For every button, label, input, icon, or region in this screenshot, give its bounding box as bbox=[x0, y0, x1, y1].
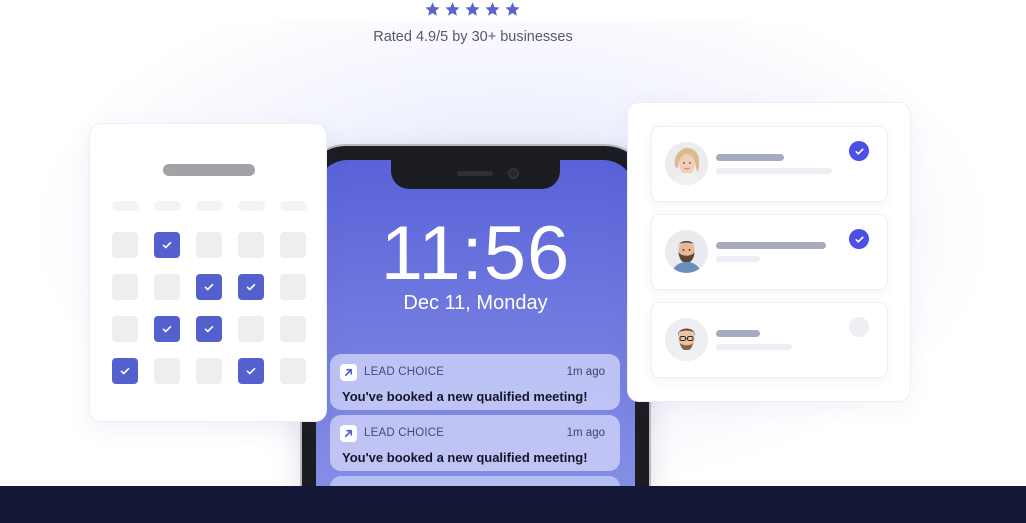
contact-row[interactable] bbox=[651, 126, 888, 202]
check-icon bbox=[162, 241, 172, 249]
calendar-day-checked[interactable] bbox=[112, 358, 138, 384]
calendar-card bbox=[89, 123, 327, 422]
rating-stars bbox=[424, 1, 521, 18]
notification-card[interactable]: LEAD CHOICE 1m ago You've booked a new q… bbox=[330, 354, 620, 410]
calendar-day[interactable] bbox=[196, 358, 222, 384]
star-icon bbox=[425, 2, 440, 16]
calendar-day[interactable] bbox=[238, 232, 264, 258]
weekday-placeholder bbox=[112, 201, 139, 211]
calendar-day[interactable] bbox=[280, 232, 306, 258]
notification-time: 1m ago bbox=[566, 427, 605, 439]
calendar-weekday-row bbox=[112, 201, 307, 211]
speaker-grille bbox=[457, 171, 493, 176]
star-icon bbox=[505, 2, 520, 16]
calendar-day-checked[interactable] bbox=[196, 274, 222, 300]
calendar-day[interactable] bbox=[112, 316, 138, 342]
check-icon bbox=[246, 283, 256, 291]
calendar-day[interactable] bbox=[196, 232, 222, 258]
calendar-day-checked[interactable] bbox=[238, 274, 264, 300]
star-icon bbox=[465, 2, 480, 16]
contact-row[interactable] bbox=[651, 214, 888, 290]
calendar-day-checked[interactable] bbox=[196, 316, 222, 342]
star-icon bbox=[485, 2, 500, 16]
lock-screen-time: 11:56 bbox=[380, 211, 571, 296]
phone-mockup: 11:56 Dec 11, Monday LEAD CHOICE 1m ago … bbox=[302, 146, 649, 506]
calendar-day[interactable] bbox=[154, 358, 180, 384]
check-icon bbox=[849, 229, 869, 249]
contact-name-placeholder bbox=[716, 330, 760, 337]
weekday-placeholder bbox=[196, 201, 223, 211]
calendar-day[interactable] bbox=[238, 316, 264, 342]
lock-screen: 11:56 Dec 11, Monday LEAD CHOICE 1m ago … bbox=[316, 160, 635, 506]
notification-card[interactable]: LEAD CHOICE 1m ago You've booked a new q… bbox=[330, 415, 620, 471]
calendar-day[interactable] bbox=[112, 232, 138, 258]
phone-notch bbox=[391, 160, 560, 189]
star-icon bbox=[445, 2, 460, 16]
contact-row[interactable] bbox=[651, 302, 888, 378]
weekday-placeholder bbox=[154, 201, 181, 211]
contact-name-placeholder bbox=[716, 242, 826, 249]
calendar-day-checked[interactable] bbox=[154, 232, 180, 258]
calendar-day[interactable] bbox=[280, 316, 306, 342]
arrow-up-right-icon bbox=[340, 425, 357, 442]
calendar-day[interactable] bbox=[112, 274, 138, 300]
check-icon bbox=[204, 325, 214, 333]
notification-message: You've booked a new qualified meeting! bbox=[342, 389, 588, 404]
calendar-day[interactable] bbox=[280, 274, 306, 300]
rating-text: Rated 4.9/5 by 30+ businesses bbox=[373, 29, 573, 45]
calendar-day[interactable] bbox=[154, 274, 180, 300]
calendar-day[interactable] bbox=[280, 358, 306, 384]
notification-message: You've booked a new qualified meeting! bbox=[342, 450, 588, 465]
footer-band bbox=[0, 486, 1026, 523]
lock-screen-date: Dec 11, Monday bbox=[403, 292, 548, 314]
calendar-grid bbox=[112, 232, 306, 384]
woman-avatar bbox=[665, 142, 708, 185]
contact-name-placeholder bbox=[716, 154, 784, 161]
arrow-up-right-icon bbox=[340, 364, 357, 381]
calendar-title-placeholder bbox=[163, 164, 255, 176]
weekday-placeholder bbox=[238, 201, 265, 211]
contacts-card bbox=[627, 102, 911, 402]
contact-detail-placeholder bbox=[716, 344, 792, 350]
check-icon bbox=[849, 141, 869, 161]
check-icon bbox=[204, 283, 214, 291]
calendar-day-checked[interactable] bbox=[238, 358, 264, 384]
contact-detail-placeholder bbox=[716, 256, 760, 262]
notification-app-name: LEAD CHOICE bbox=[364, 427, 445, 439]
calendar-day-checked[interactable] bbox=[154, 316, 180, 342]
notification-time: 1m ago bbox=[566, 366, 605, 378]
check-icon bbox=[120, 367, 130, 375]
bearded-man-avatar bbox=[665, 230, 708, 273]
check-icon bbox=[162, 325, 172, 333]
camera-icon bbox=[508, 168, 519, 179]
check-icon bbox=[246, 367, 256, 375]
notification-app-name: LEAD CHOICE bbox=[364, 366, 445, 378]
weekday-placeholder bbox=[280, 201, 307, 211]
unchecked-circle-icon bbox=[849, 317, 869, 337]
contact-detail-placeholder bbox=[716, 168, 832, 174]
man-glasses-avatar bbox=[665, 318, 708, 361]
